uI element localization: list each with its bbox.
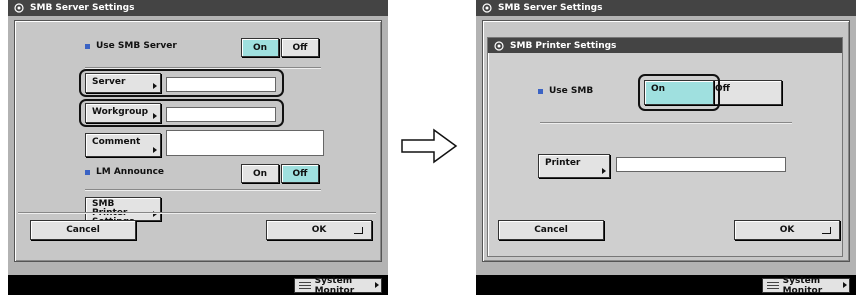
divider [18,212,376,214]
system-monitor-label: System Monitor [314,275,355,296]
cancel-button[interactable]: Cancel [30,220,136,240]
cancel-button[interactable]: Cancel [498,220,604,240]
settings-icon [482,3,492,13]
bullet-icon [85,169,90,175]
settings-icon [14,3,24,13]
screen-smb-server-settings: SMB Server Settings Use SMB Server On Of… [8,0,388,296]
use-smb-label: Use SMB [549,86,594,96]
lm-announce-label: LM Announce [96,167,165,177]
use-smb-server-off-button[interactable]: Off [281,38,319,57]
lm-announce-on-button[interactable]: On [241,164,279,183]
divider [540,122,792,124]
screen-smb-printer-settings: SMB Server Settings SMB Printer Settings… [476,0,856,296]
title-bar: SMB Server Settings [476,0,856,16]
lm-announce-row: LM Announce [85,165,164,179]
ok-button[interactable]: OK [266,220,372,240]
enter-icon [822,227,831,234]
chevron-right-icon [843,282,847,288]
ok-label: OK [311,225,327,235]
highlight-ring-on [638,74,720,111]
chevron-right-icon [375,282,379,288]
use-smb-off-button[interactable]: Off [710,80,782,105]
system-monitor-label: System Monitor [782,275,823,296]
enter-icon [354,227,363,234]
use-smb-server-row: Use SMB Server [85,39,177,53]
comment-button[interactable]: Comment [85,133,161,157]
lm-announce-off-button[interactable]: Off [281,164,319,183]
system-monitor-button[interactable]: System Monitor [762,275,850,296]
highlight-ring-workgroup [79,99,284,127]
highlight-ring-server [79,69,284,97]
comment-field[interactable] [166,130,324,156]
chevron-right-icon [602,168,606,174]
transition-arrow-icon [401,128,458,164]
action-row: Cancel OK [482,212,848,260]
use-smb-row: Use SMB [538,84,593,98]
chevron-right-icon [153,147,157,153]
bullet-icon [538,88,543,94]
use-smb-server-label: Use SMB Server [96,41,177,51]
printer-field[interactable] [616,157,786,172]
comment-button-label: Comment [92,137,141,147]
divider [85,189,321,191]
subtitle-text: SMB Printer Settings [510,40,617,51]
subtitle-bar: SMB Printer Settings [488,38,842,53]
monitor-icon [299,281,311,290]
use-smb-server-on-button[interactable]: On [241,38,279,57]
settings-icon [494,40,504,51]
printer-button-label: Printer [545,158,581,168]
status-bar: System Monitor [8,275,388,296]
ok-button[interactable]: OK [734,220,840,240]
title-text: SMB Server Settings [498,3,603,13]
action-row: Cancel OK [14,212,380,260]
printer-button[interactable]: Printer [538,154,610,178]
status-bar: System Monitor [476,275,856,296]
bullet-icon [85,43,90,49]
title-bar: SMB Server Settings [8,0,388,16]
title-text: SMB Server Settings [30,3,135,13]
ok-label: OK [779,225,795,235]
monitor-icon [767,281,779,290]
system-monitor-button[interactable]: System Monitor [294,275,382,296]
